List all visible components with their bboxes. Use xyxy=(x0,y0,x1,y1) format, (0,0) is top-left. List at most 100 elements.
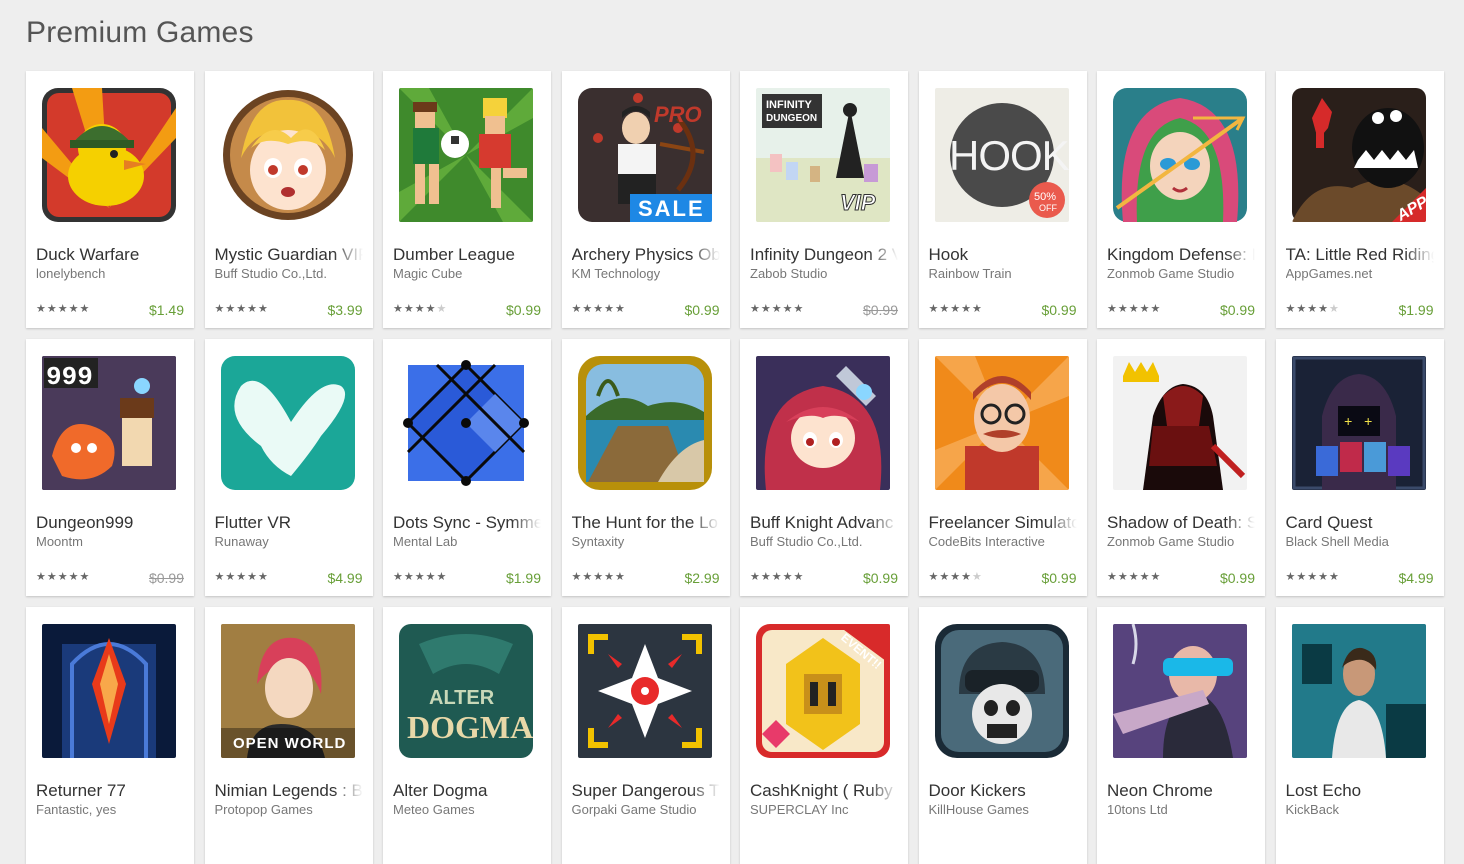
neon-chrome-icon[interactable] xyxy=(1113,624,1247,758)
game-developer[interactable]: Fantastic, yes xyxy=(36,802,184,817)
game-title[interactable]: Lost Echo xyxy=(1286,781,1434,801)
game-card[interactable]: PRO SALE Archery Physics Obj KM Technology… xyxy=(561,71,730,328)
game-title[interactable]: TA: Little Red Riding xyxy=(1286,245,1434,265)
dots-sync-icon[interactable] xyxy=(399,356,533,490)
game-card[interactable]: Returner 77 Fantastic, yes xyxy=(26,607,194,864)
game-developer[interactable]: Zonmob Game Studio xyxy=(1107,534,1255,549)
super-dangerous-icon[interactable] xyxy=(577,624,712,758)
game-card[interactable]: Buff Knight Advanc Buff Studio Co.,Ltd. ★★… xyxy=(740,339,908,596)
game-title[interactable]: Dumber League xyxy=(393,245,541,265)
hook-icon[interactable]: HOOK 50% OFF xyxy=(934,88,1069,222)
little-red-riding-icon[interactable]: APP xyxy=(1291,88,1426,222)
game-developer[interactable]: Mental Lab xyxy=(393,534,541,549)
game-developer[interactable]: CodeBits Interactive xyxy=(929,534,1077,549)
nimian-legends-icon[interactable]: OPEN WORLD xyxy=(220,624,355,758)
dungeon999-icon[interactable]: 999 xyxy=(42,356,176,490)
lost-echo-icon[interactable] xyxy=(1291,624,1426,758)
dumber-league-icon[interactable] xyxy=(399,88,533,222)
infinity-dungeon-icon[interactable]: INFINITY DUNGEON VIP xyxy=(756,88,890,222)
game-developer[interactable]: lonelybench xyxy=(36,266,184,281)
game-card[interactable]: EVENT!! CashKnight ( Ruby F SUPERCLAY Inc xyxy=(740,607,908,864)
shadow-of-death-icon[interactable] xyxy=(1113,356,1247,490)
game-card[interactable]: Dots Sync - Symme Mental Lab ★★★★★ $1.99 xyxy=(383,339,551,596)
price-button[interactable]: $1.99 xyxy=(1398,302,1433,318)
cashknight-icon[interactable]: EVENT!! xyxy=(756,624,890,758)
game-developer[interactable]: Protopop Games xyxy=(215,802,363,817)
game-developer[interactable]: Syntaxity xyxy=(572,534,720,549)
door-kickers-icon[interactable] xyxy=(934,624,1069,758)
game-card[interactable]: Mystic Guardian VIP Buff Studio Co.,Ltd. ★… xyxy=(204,71,373,328)
game-title[interactable]: Nimian Legends : Br xyxy=(215,781,363,801)
game-card[interactable]: ALTER DOGMA Alter Dogma Meteo Games xyxy=(383,607,551,864)
game-title[interactable]: Freelancer Simulato xyxy=(929,513,1077,533)
price-button[interactable]: $0.99 xyxy=(1220,302,1255,318)
game-title[interactable]: Super Dangerous Tr xyxy=(572,781,720,801)
price-button[interactable]: $2.99 xyxy=(684,570,719,586)
game-card[interactable]: OPEN WORLD Nimian Legends : Br Protopop G… xyxy=(204,607,373,864)
game-developer[interactable]: Black Shell Media xyxy=(1286,534,1434,549)
hunt-for-the-lost-icon[interactable] xyxy=(577,356,712,490)
game-title[interactable]: Dots Sync - Symme xyxy=(393,513,541,533)
game-card[interactable]: Lost Echo KickBack xyxy=(1275,607,1444,864)
game-card[interactable]: The Hunt for the Lo Syntaxity ★★★★★ $2.99 xyxy=(561,339,730,596)
returner-77-icon[interactable] xyxy=(42,624,176,758)
game-card[interactable]: Flutter VR Runaway ★★★★★ $4.99 xyxy=(204,339,373,596)
game-card[interactable]: + + Card Quest Black Shell Media ★★★★★ $4.99 xyxy=(1275,339,1444,596)
game-title[interactable]: Card Quest xyxy=(1286,513,1434,533)
price-button[interactable]: $0.99 xyxy=(1041,570,1076,586)
game-developer[interactable]: Moontm xyxy=(36,534,184,549)
game-card[interactable]: Duck Warfare lonelybench ★★★★★ $1.49 xyxy=(26,71,194,328)
game-title[interactable]: Mystic Guardian VIP xyxy=(215,245,363,265)
game-title[interactable]: CashKnight ( Ruby F xyxy=(750,781,898,801)
flutter-vr-icon[interactable] xyxy=(220,356,355,490)
game-card[interactable]: Shadow of Death: S Zonmob Game Studio ★★★★… xyxy=(1097,339,1265,596)
game-developer[interactable]: KickBack xyxy=(1286,802,1434,817)
price-button[interactable]: $0.99 xyxy=(149,570,184,586)
game-card[interactable]: Dumber League Magic Cube ★★★★★ $0.99 xyxy=(383,71,551,328)
game-developer[interactable]: Buff Studio Co.,Ltd. xyxy=(215,266,363,281)
price-button[interactable]: $0.99 xyxy=(506,302,541,318)
price-button[interactable]: $4.99 xyxy=(327,570,362,586)
game-title[interactable]: Flutter VR xyxy=(215,513,363,533)
game-title[interactable]: Archery Physics Obj xyxy=(572,245,720,265)
archery-physics-icon[interactable]: PRO SALE xyxy=(577,88,712,222)
game-title[interactable]: Buff Knight Advanc xyxy=(750,513,898,533)
alter-dogma-icon[interactable]: ALTER DOGMA xyxy=(399,624,533,758)
buff-knight-icon[interactable] xyxy=(756,356,890,490)
price-button[interactable]: $0.99 xyxy=(863,302,898,318)
game-card[interactable]: 999 Dungeon999 Moontm ★★★★★ $0.99 xyxy=(26,339,194,596)
game-developer[interactable]: Meteo Games xyxy=(393,802,541,817)
game-developer[interactable]: KM Technology xyxy=(572,266,720,281)
game-title[interactable]: Infinity Dungeon 2 V xyxy=(750,245,898,265)
mystic-guardian-icon[interactable] xyxy=(221,88,355,222)
game-title[interactable]: Dungeon999 xyxy=(36,513,184,533)
price-button[interactable]: $4.99 xyxy=(1398,570,1433,586)
game-developer[interactable]: 10tons Ltd xyxy=(1107,802,1255,817)
price-button[interactable]: $0.99 xyxy=(1041,302,1076,318)
game-card[interactable]: Super Dangerous Tr Gorpaki Game Studio xyxy=(561,607,730,864)
freelancer-simulator-icon[interactable] xyxy=(934,356,1069,490)
game-title[interactable]: Hook xyxy=(929,245,1077,265)
game-developer[interactable]: AppGames.net xyxy=(1286,266,1434,281)
card-quest-icon[interactable]: + + xyxy=(1291,356,1426,490)
price-button[interactable]: $1.49 xyxy=(149,302,184,318)
game-card[interactable]: INFINITY DUNGEON VIP Infinity Dungeon 2 VZ… xyxy=(740,71,908,328)
price-button[interactable]: $3.99 xyxy=(327,302,362,318)
game-developer[interactable]: Rainbow Train xyxy=(929,266,1077,281)
kingdom-defense-icon[interactable] xyxy=(1113,88,1247,222)
game-developer[interactable]: Runaway xyxy=(215,534,363,549)
game-title[interactable]: Neon Chrome xyxy=(1107,781,1255,801)
game-card[interactable]: Kingdom Defense: H Zonmob Game Studio ★★★★… xyxy=(1097,71,1265,328)
game-title[interactable]: Shadow of Death: S xyxy=(1107,513,1255,533)
game-developer[interactable]: SUPERCLAY Inc xyxy=(750,802,898,817)
game-developer[interactable]: Gorpaki Game Studio xyxy=(572,802,720,817)
game-title[interactable]: Duck Warfare xyxy=(36,245,184,265)
game-title[interactable]: The Hunt for the Lo xyxy=(572,513,720,533)
game-card[interactable]: Freelancer Simulato CodeBits Interactive ★… xyxy=(918,339,1087,596)
game-card[interactable]: Neon Chrome 10tons Ltd xyxy=(1097,607,1265,864)
game-title[interactable]: Returner 77 xyxy=(36,781,184,801)
game-card[interactable]: HOOK 50% OFF Hook Rainbow Train ★★★★★ $0.99 xyxy=(918,71,1087,328)
game-developer[interactable]: Zabob Studio xyxy=(750,266,898,281)
game-developer[interactable]: Buff Studio Co.,Ltd. xyxy=(750,534,898,549)
game-card[interactable]: Door Kickers KillHouse Games xyxy=(918,607,1087,864)
